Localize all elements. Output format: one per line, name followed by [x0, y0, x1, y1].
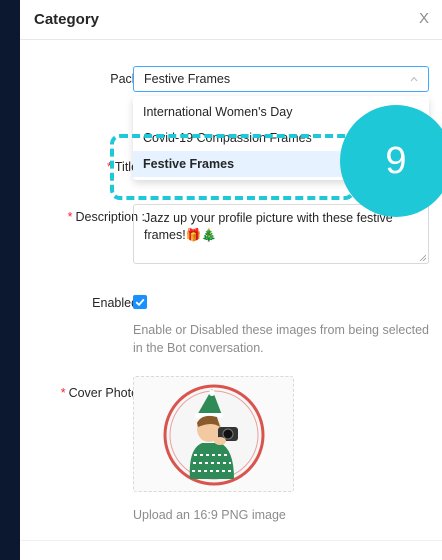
pack-select[interactable]: Festive Frames	[133, 66, 429, 92]
cover-photo-hint: Upload an 16:9 PNG image	[133, 508, 286, 522]
close-button[interactable]: X	[416, 10, 432, 27]
modal-title: Category	[34, 11, 100, 28]
pack-select-value: Festive Frames	[144, 72, 231, 86]
chevron-up-icon	[410, 76, 418, 82]
modal-footer	[20, 540, 442, 560]
required-mark: *	[60, 386, 66, 400]
checkmark-icon	[135, 298, 145, 307]
enabled-helper-text: Enable or Disabled these images from bei…	[133, 323, 430, 355]
cover-photo-uploader[interactable]	[133, 376, 294, 492]
description-text: Jazz up your profile picture with these …	[144, 211, 393, 242]
step-number-badge: 9	[340, 105, 442, 217]
cover-photo-image	[163, 384, 265, 486]
category-modal: Category X Pack : Festive Frames Interna…	[20, 0, 442, 560]
enabled-checkbox[interactable]	[133, 295, 147, 309]
required-mark: *	[107, 160, 112, 174]
required-mark: *	[67, 210, 73, 224]
modal-header: Category X	[20, 0, 442, 40]
resize-handle-icon[interactable]	[419, 254, 426, 261]
